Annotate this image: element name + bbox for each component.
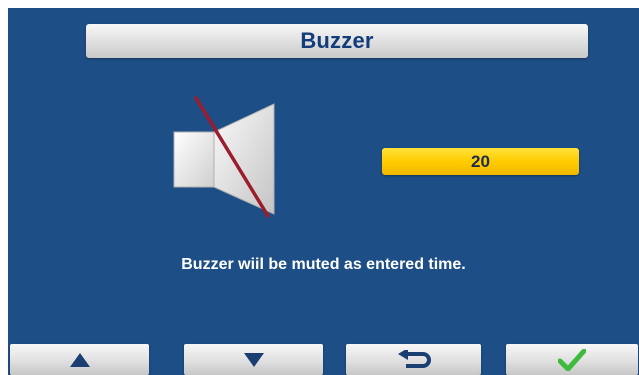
mute-time-value: 20 xyxy=(471,151,490,171)
back-button[interactable] xyxy=(346,344,481,375)
arrow-down-icon xyxy=(243,352,265,368)
info-message: Buzzer wiil be muted as entered time. xyxy=(181,256,466,273)
checkmark-icon xyxy=(558,348,586,371)
arrow-up-icon xyxy=(69,352,91,368)
down-button[interactable] xyxy=(184,344,323,375)
screen: Buzzer 20 Buzzer wiil be muted as entere… xyxy=(8,8,639,375)
confirm-button[interactable] xyxy=(506,344,638,375)
speaker-muted-icon xyxy=(166,96,286,226)
page-title: Buzzer xyxy=(300,28,374,53)
title-bar: Buzzer xyxy=(86,24,588,58)
mute-time-field[interactable]: 20 xyxy=(382,148,579,175)
return-icon xyxy=(396,349,432,370)
up-button[interactable] xyxy=(10,344,149,375)
